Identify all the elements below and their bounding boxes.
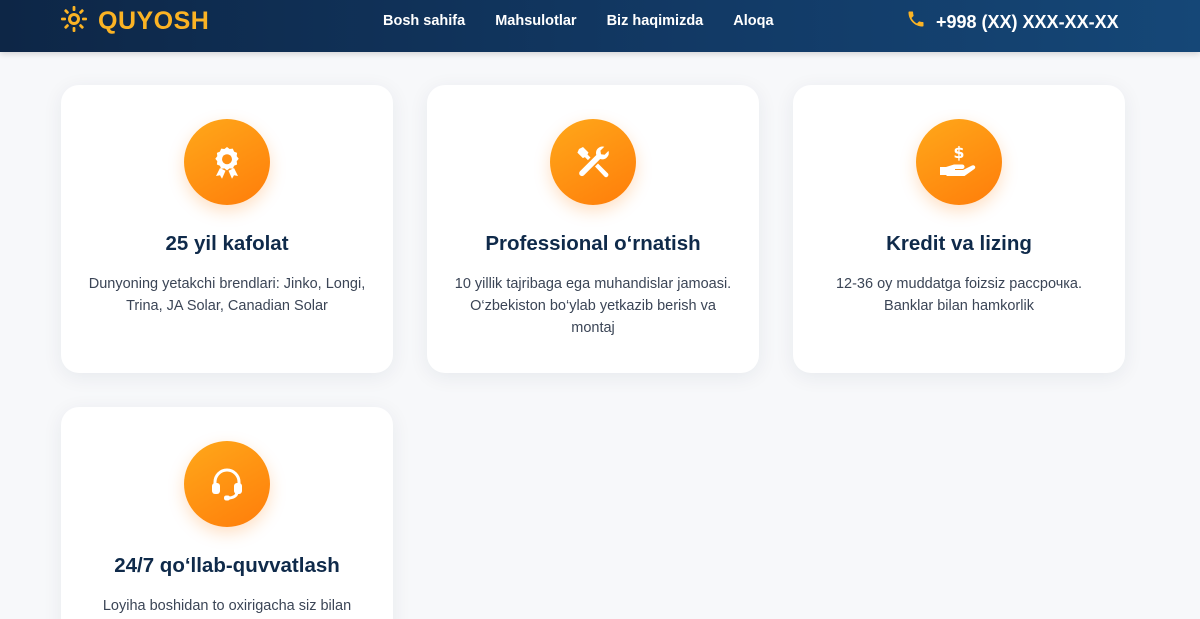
hand-dollar-icon: $: [916, 119, 1002, 205]
site-header: QUYOSH Bosh sahifa Mahsulotlar Biz haqim…: [0, 0, 1200, 52]
feature-description: 10 yillik tajribaga ega muhandislar jamo…: [454, 276, 732, 336]
feature-title: Professional o‘rnatish: [485, 232, 701, 255]
feature-description: 12-36 oy muddatga foizsiz рассрочка. Ban…: [835, 276, 1083, 314]
nav-link-home[interactable]: Bosh sahifa: [383, 11, 465, 31]
feature-card-installation: Professional o‘rnatish 10 yillik tajriba…: [427, 85, 759, 373]
feature-title: Kredit va lizing: [886, 232, 1032, 255]
feature-description: Loyiha boshidan to oxirigacha siz bilan: [102, 598, 352, 614]
main-nav: Bosh sahifa Mahsulotlar Biz haqimizda Al…: [383, 11, 774, 31]
feature-card-credit: $ Kredit va lizing 12-36 oy muddatga foi…: [793, 85, 1125, 373]
logo-text: QUYOSH: [98, 6, 210, 35]
svg-text:$: $: [953, 143, 964, 162]
sun-icon: [60, 5, 88, 38]
phone-link[interactable]: +998 (XX) XXX-XX-XX: [906, 9, 1119, 34]
nav-link-contact[interactable]: Aloqa: [733, 11, 773, 31]
feature-title: 24/7 qo‘llab-quvvatlash: [114, 554, 340, 577]
phone-icon: [906, 9, 926, 34]
feature-description: Dunyoning yetakchi brendlari: Jinko, Lon…: [88, 276, 366, 314]
feature-card-support: 24/7 qo‘llab-quvvatlash Loyiha boshidan …: [61, 407, 393, 619]
headset-icon: [184, 441, 270, 527]
feature-card-warranty: 25 yil kafolat Dunyoning yetakchi brendl…: [61, 85, 393, 373]
logo-link[interactable]: QUYOSH: [60, 5, 210, 38]
nav-link-about[interactable]: Biz haqimizda: [607, 11, 704, 31]
nav-link-products[interactable]: Mahsulotlar: [495, 11, 576, 31]
feature-title: 25 yil kafolat: [165, 232, 289, 255]
phone-number: +998 (XX) XXX-XX-XX: [936, 11, 1119, 32]
tools-icon: [550, 119, 636, 205]
award-medal-icon: [184, 119, 270, 205]
